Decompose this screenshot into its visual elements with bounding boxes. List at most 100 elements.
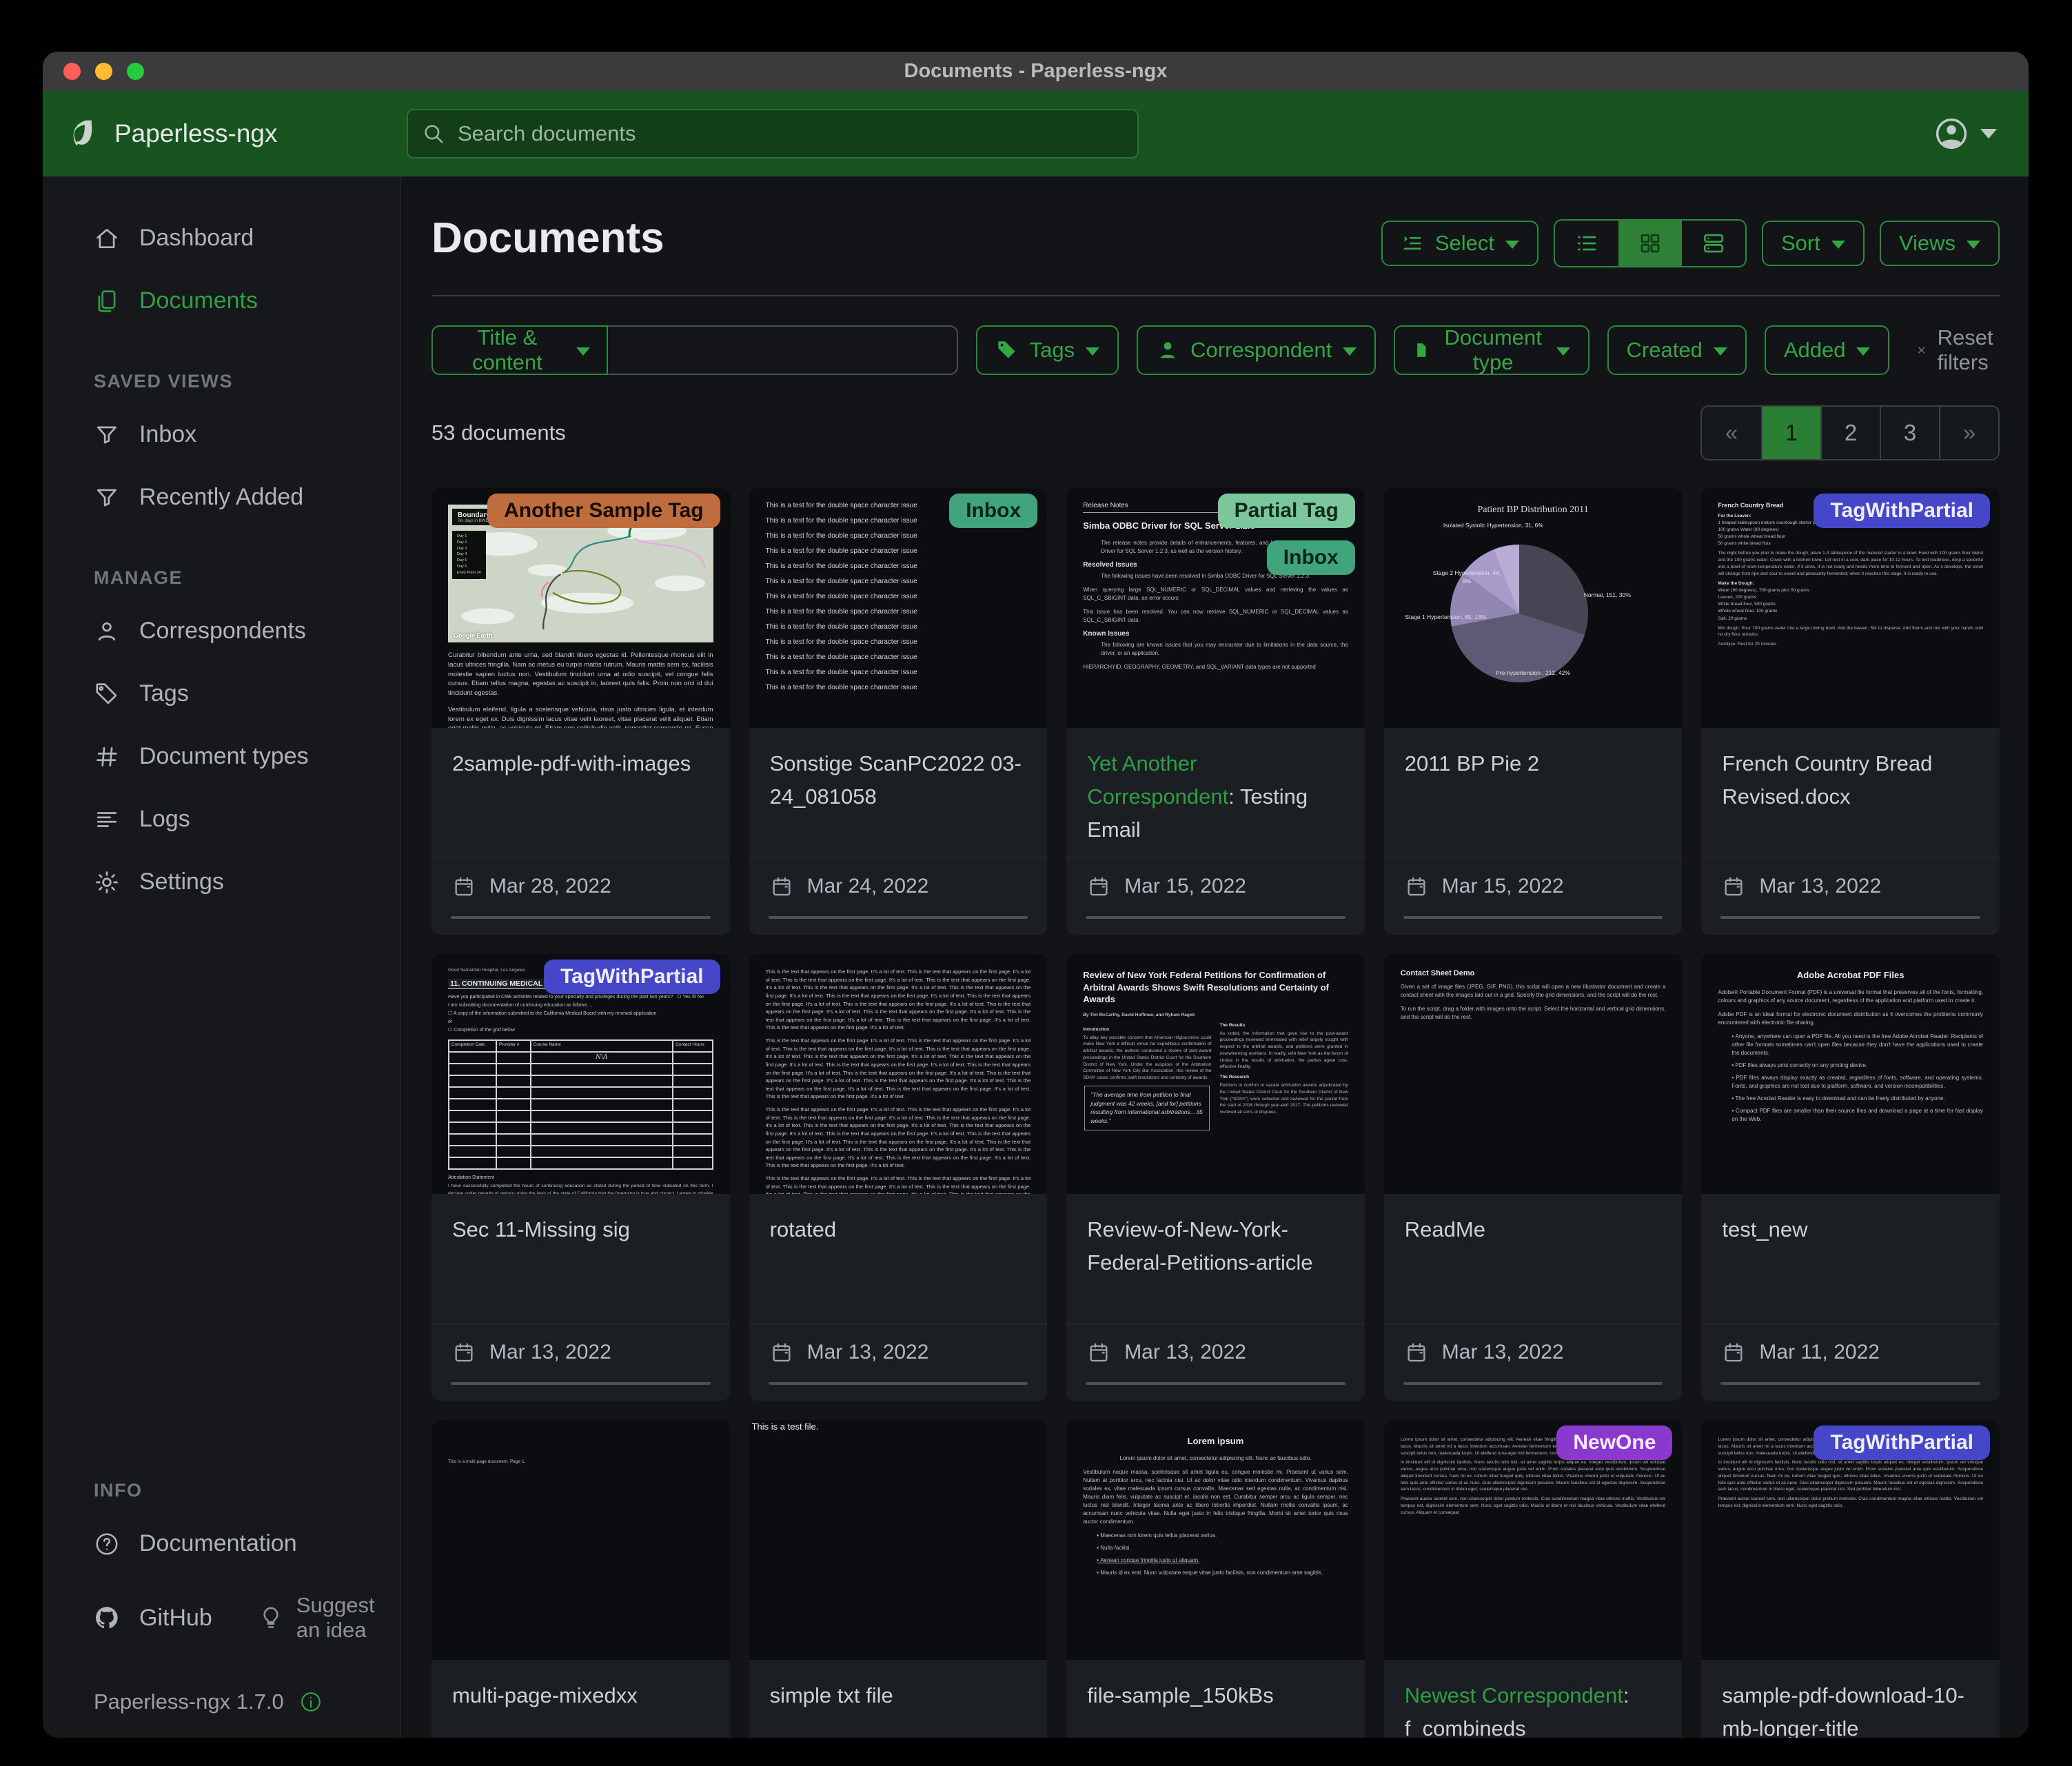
- tag-badge[interactable]: Partial Tag: [1218, 494, 1355, 528]
- tag-badge[interactable]: Inbox: [1267, 540, 1355, 575]
- view-grid-toggle[interactable]: [1618, 221, 1682, 266]
- view-details-toggle[interactable]: [1682, 221, 1745, 266]
- title-content-input[interactable]: [608, 325, 958, 375]
- sidebar-item-documentation[interactable]: Documentation: [43, 1512, 400, 1575]
- view-document-button[interactable]: [854, 917, 940, 919]
- card-title[interactable]: French Country Bread Revised.docx: [1701, 728, 2000, 857]
- card-title[interactable]: Newest Correspondent: f_combineds: [1384, 1660, 1683, 1738]
- pagination-page-1[interactable]: 1: [1761, 407, 1820, 459]
- document-thumbnail[interactable]: Adobe Acrobat PDF FilesAdobe® Portable D…: [1701, 954, 2000, 1194]
- download-document-button[interactable]: [1576, 917, 1662, 919]
- edit-document-button[interactable]: [770, 1383, 855, 1385]
- sidebar-item-suggest-idea[interactable]: Suggest an idea: [230, 1575, 400, 1661]
- view-document-button[interactable]: [1490, 1383, 1576, 1385]
- sidebar-item-dashboard[interactable]: Dashboard: [43, 207, 400, 270]
- card-title[interactable]: multi-page-mixedxx: [431, 1660, 730, 1738]
- card-title[interactable]: ReadMe: [1384, 1194, 1683, 1323]
- pagination-prev[interactable]: «: [1702, 407, 1761, 459]
- tags-filter-button[interactable]: Tags: [976, 325, 1119, 375]
- title-content-dropdown[interactable]: Title & content: [431, 325, 608, 375]
- card-title[interactable]: rotated: [749, 1194, 1048, 1323]
- edit-document-button[interactable]: [1722, 1383, 1807, 1385]
- tag-badge[interactable]: Inbox: [949, 494, 1037, 528]
- pagination-page-3[interactable]: 3: [1880, 407, 1939, 459]
- info-circle-icon[interactable]: [299, 1690, 323, 1714]
- download-document-button[interactable]: [1576, 1383, 1662, 1385]
- download-document-button[interactable]: [1893, 917, 1979, 919]
- edit-document-button[interactable]: [1405, 1383, 1490, 1385]
- minimize-window-button[interactable]: [95, 63, 112, 80]
- edit-document-button[interactable]: [452, 917, 537, 919]
- view-document-button[interactable]: [854, 1383, 940, 1385]
- view-document-button[interactable]: [1172, 917, 1258, 919]
- view-document-button[interactable]: [1172, 1383, 1258, 1385]
- sidebar-item-correspondents[interactable]: Correspondents: [43, 600, 400, 662]
- created-filter-button[interactable]: Created: [1607, 325, 1747, 375]
- document-thumbnail[interactable]: This is a multi page document. Page 1.: [431, 1420, 730, 1660]
- card-title[interactable]: Yet Another Correspondent: Testing Email: [1066, 728, 1365, 857]
- card-title[interactable]: 2sample-pdf-with-images: [431, 728, 730, 857]
- sidebar-item-document-types[interactable]: Document types: [43, 725, 400, 788]
- card-correspondent[interactable]: Newest Correspondent: [1405, 1683, 1623, 1707]
- pagination-page-2[interactable]: 2: [1820, 407, 1880, 459]
- card-correspondent[interactable]: Yet Another Correspondent: [1087, 751, 1228, 809]
- document-thumbnail[interactable]: This is a test file.: [749, 1420, 1048, 1660]
- edit-document-button[interactable]: [1087, 917, 1172, 919]
- sidebar-item-tags[interactable]: Tags: [43, 662, 400, 725]
- edit-document-button[interactable]: [1722, 917, 1807, 919]
- document-thumbnail[interactable]: Patient BP Distribution 2011Normal, 151,…: [1384, 488, 1683, 728]
- document-type-filter-button[interactable]: Document type: [1394, 325, 1589, 375]
- sidebar-item-documents[interactable]: Documents: [43, 270, 400, 332]
- card-title[interactable]: 2011 BP Pie 2: [1384, 728, 1683, 857]
- view-document-button[interactable]: [1807, 1383, 1893, 1385]
- card-title[interactable]: Sec 11-Missing sig: [431, 1194, 730, 1323]
- document-thumbnail[interactable]: This is the text that appears on the fir…: [749, 954, 1048, 1194]
- view-document-button[interactable]: [537, 917, 623, 919]
- user-menu[interactable]: [1933, 116, 2004, 152]
- view-document-button[interactable]: [1490, 917, 1576, 919]
- card-title[interactable]: file-sample_150kBs: [1066, 1660, 1365, 1738]
- download-document-button[interactable]: [940, 1383, 1026, 1385]
- views-button[interactable]: Views: [1880, 221, 2000, 266]
- view-document-button[interactable]: [537, 1383, 623, 1385]
- edit-document-button[interactable]: [1405, 917, 1490, 919]
- sidebar-item-github[interactable]: GitHub: [43, 1587, 230, 1650]
- tag-badge[interactable]: NewOne: [1556, 1425, 1672, 1460]
- download-document-button[interactable]: [1258, 917, 1344, 919]
- edit-document-button[interactable]: [770, 917, 855, 919]
- document-thumbnail[interactable]: Contact Sheet DemoGiven a set of image f…: [1384, 954, 1683, 1194]
- card-title[interactable]: simple txt file: [749, 1660, 1048, 1738]
- card-title[interactable]: Sonstige ScanPC2022 03-24_081058: [749, 728, 1048, 857]
- document-thumbnail[interactable]: Lorem ipsumLorem ipsum dolor sit amet, c…: [1066, 1420, 1365, 1660]
- card-title[interactable]: test_new: [1701, 1194, 2000, 1323]
- sidebar-item-recently-added[interactable]: Recently Added: [43, 466, 400, 529]
- download-document-button[interactable]: [1893, 1383, 1979, 1385]
- added-filter-button[interactable]: Added: [1765, 325, 1890, 375]
- edit-document-button[interactable]: [1087, 1383, 1172, 1385]
- document-thumbnail[interactable]: Review of New York Federal Petitions for…: [1066, 954, 1365, 1194]
- edit-document-button[interactable]: [452, 1383, 537, 1385]
- app-logo[interactable]: Paperless-ngx: [68, 117, 407, 150]
- correspondent-filter-button[interactable]: Correspondent: [1137, 325, 1376, 375]
- download-document-button[interactable]: [1258, 1383, 1344, 1385]
- tag-badge[interactable]: TagWithPartial: [1814, 494, 1990, 528]
- close-window-button[interactable]: [63, 63, 81, 80]
- sidebar-item-inbox[interactable]: Inbox: [43, 403, 400, 466]
- tag-badge[interactable]: TagWithPartial: [544, 960, 720, 994]
- card-title[interactable]: sample-pdf-download-10-mb-longer-title: [1701, 1660, 2000, 1738]
- view-document-button[interactable]: [1807, 917, 1893, 919]
- pagination-next[interactable]: »: [1939, 407, 1998, 459]
- card-title[interactable]: Review-of-New-York-Federal-Petitions-art…: [1066, 1194, 1365, 1323]
- sidebar-item-settings[interactable]: Settings: [43, 851, 400, 913]
- download-document-button[interactable]: [623, 917, 709, 919]
- select-button[interactable]: Select: [1381, 221, 1538, 266]
- search-input[interactable]: [456, 121, 1124, 147]
- sidebar-item-logs[interactable]: Logs: [43, 788, 400, 851]
- download-document-button[interactable]: [623, 1383, 709, 1385]
- download-document-button[interactable]: [940, 917, 1026, 919]
- view-list-toggle[interactable]: [1555, 221, 1618, 266]
- reset-filters-button[interactable]: Reset filters: [1916, 325, 2002, 375]
- tag-badge[interactable]: TagWithPartial: [1814, 1425, 1990, 1460]
- zoom-window-button[interactable]: [127, 63, 144, 80]
- tag-badge[interactable]: Another Sample Tag: [487, 494, 720, 528]
